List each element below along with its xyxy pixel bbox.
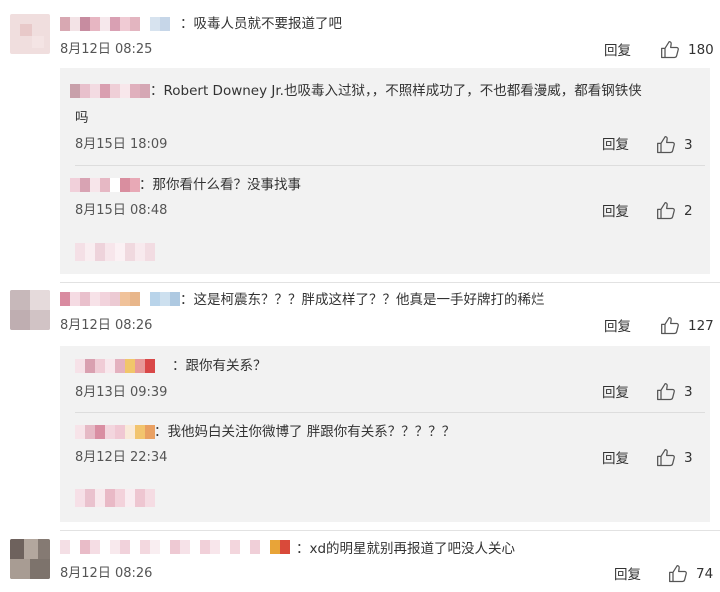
reply-text: ：跟你有关系？ (172, 358, 267, 374)
like-button[interactable]: 3 (656, 135, 693, 155)
like-count: 74 (696, 566, 714, 582)
username-obscured[interactable] (70, 178, 140, 192)
username-obscured[interactable] (75, 425, 155, 439)
reply-thread: ：Robert Downey Jr.也吸毒入过狱，，不照样成功了，不也都看漫威，… (60, 68, 710, 274)
like-button[interactable]: 74 (668, 564, 713, 584)
reply-button[interactable]: 回复 (602, 450, 629, 468)
comment-text: ：吸毒人员就不要报道了吧 (180, 16, 342, 32)
reply-text: ：Robert Downey Jr.也吸毒入过狱，，不照样成功了，不也都看漫威，… (150, 83, 642, 99)
like-button[interactable]: 180 (660, 40, 714, 60)
reply-time: 8月15日 08:48 (75, 203, 168, 218)
comment-divider (60, 282, 720, 283)
like-count: 2 (684, 203, 693, 219)
reply-text: ：我他妈白关注你微博了 胖跟你有关系？？？？？ (154, 424, 456, 440)
comment-text: ：这是柯震东？？？胖成这样了？？他真是一手好牌打的稀烂 (180, 292, 545, 308)
avatar[interactable] (10, 14, 50, 54)
reply-time: 8月12日 22:34 (75, 450, 168, 465)
comment-time: 8月12日 08:26 (60, 318, 153, 333)
username-obscured[interactable] (70, 84, 150, 98)
reply-button[interactable]: 回复 (602, 203, 629, 221)
comment-text: ：xd的明星就别再报道了吧没人关心 (296, 541, 516, 557)
more-replies-obscured[interactable] (75, 243, 155, 261)
like-count: 180 (688, 42, 714, 58)
comment-divider (60, 530, 720, 531)
reply-text: ：那你看什么看？没事找事 (139, 177, 301, 193)
username-obscured[interactable] (60, 292, 180, 306)
like-button[interactable]: 3 (656, 448, 693, 468)
reply-button[interactable]: 回复 (604, 42, 631, 60)
avatar[interactable] (10, 290, 50, 330)
thumbs-up-icon (661, 317, 679, 335)
reply-thread: ：跟你有关系？ 8月13日 09:39 回复 3 ：我他妈白关注你微博了 胖跟你… (60, 346, 710, 522)
more-replies-obscured[interactable] (75, 489, 155, 507)
username-obscured[interactable] (60, 540, 290, 554)
thumbs-up-icon (657, 383, 675, 401)
like-count: 3 (684, 384, 693, 400)
divider (75, 165, 705, 166)
like-button[interactable]: 2 (656, 201, 693, 221)
reply-button[interactable]: 回复 (602, 384, 629, 402)
thumbs-up-icon (661, 41, 679, 59)
reply-button[interactable]: 回复 (614, 566, 641, 584)
avatar[interactable] (10, 539, 50, 579)
comment-time: 8月12日 08:25 (60, 42, 153, 57)
thumbs-up-icon (669, 565, 687, 583)
thumbs-up-icon (657, 136, 675, 154)
thumbs-up-icon (657, 449, 675, 467)
comment-time: 8月12日 08:26 (60, 566, 153, 581)
reply-time: 8月15日 18:09 (75, 137, 168, 152)
thumbs-up-icon (657, 202, 675, 220)
reply-button[interactable]: 回复 (604, 318, 631, 336)
like-button[interactable]: 3 (656, 382, 693, 402)
reply-text-continued: 吗 (75, 110, 89, 126)
like-count: 127 (688, 318, 714, 334)
reply-time: 8月13日 09:39 (75, 385, 168, 400)
like-count: 3 (684, 137, 693, 153)
divider (75, 412, 705, 413)
like-count: 3 (684, 450, 693, 466)
username-obscured[interactable] (60, 17, 170, 31)
username-obscured[interactable] (75, 359, 155, 373)
reply-button[interactable]: 回复 (602, 136, 629, 154)
like-button[interactable]: 127 (660, 316, 714, 336)
